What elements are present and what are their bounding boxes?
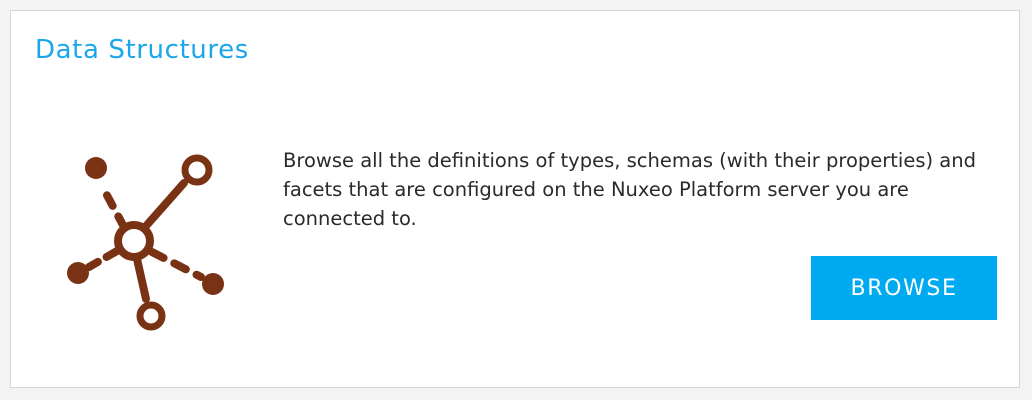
data-structures-card: Data Structures Browse all the definitio…: [10, 10, 1020, 388]
card-description: Browse all the definitions of types, sch…: [283, 149, 976, 230]
network-graph-icon: [67, 154, 224, 331]
browse-button[interactable]: BROWSE: [811, 256, 997, 320]
card-title: Data Structures: [35, 35, 249, 65]
